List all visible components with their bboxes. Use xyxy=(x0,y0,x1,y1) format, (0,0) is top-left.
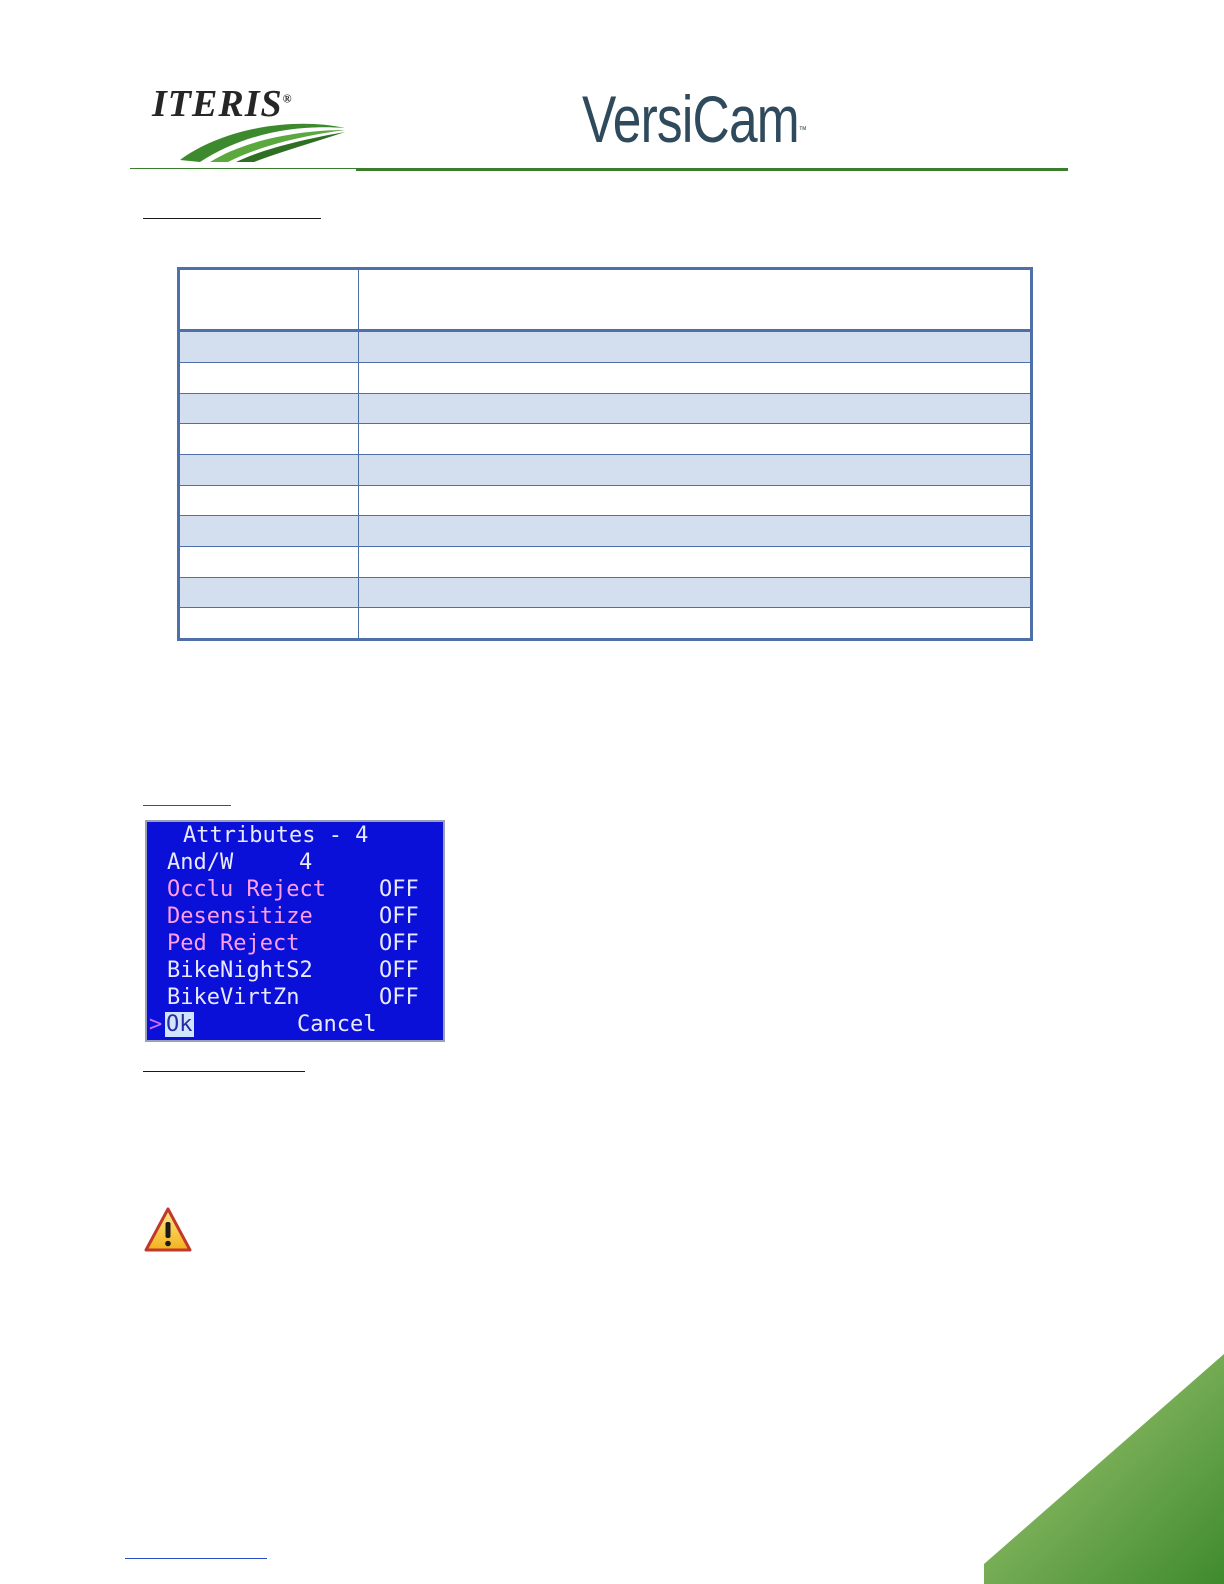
osd-item-occlu-reject[interactable]: Occlu Reject xyxy=(167,876,326,903)
table-row xyxy=(179,607,1031,639)
osd-item-and-w[interactable]: And/W xyxy=(167,849,233,876)
table-cell xyxy=(358,576,1031,609)
table-header-row xyxy=(179,268,1031,333)
table-cell xyxy=(179,515,359,547)
osd-item-value: OFF xyxy=(379,904,419,929)
table-cell xyxy=(358,607,1031,639)
osd-item-value: OFF xyxy=(379,985,419,1010)
header-rule-left xyxy=(130,168,356,169)
osd-item-value: 4 xyxy=(299,850,313,875)
table-cell xyxy=(358,484,1031,517)
table-row xyxy=(179,545,1031,578)
table-cell xyxy=(179,607,359,639)
osd-item-value: OFF xyxy=(379,877,419,902)
corner-triangle-decoration xyxy=(984,1354,1224,1584)
table-row xyxy=(179,423,1031,455)
table-cell xyxy=(358,330,1031,363)
link-underline xyxy=(143,805,231,806)
table-header-cell xyxy=(358,268,1031,333)
table-cell xyxy=(179,423,359,455)
osd-item-label: And/W xyxy=(167,850,234,875)
osd-item-label: BikeVirtZn xyxy=(167,985,300,1010)
table-row xyxy=(179,330,1031,363)
osd-item-desensitize[interactable]: Desensitize xyxy=(167,903,313,930)
table-header-cell xyxy=(179,268,359,333)
table-row xyxy=(179,362,1031,394)
table-cell xyxy=(358,392,1031,425)
osd-title: Attributes - 4 xyxy=(183,823,369,848)
osd-cursor-icon: > xyxy=(149,1012,163,1037)
section-heading-underline xyxy=(143,218,321,219)
table-row xyxy=(179,484,1031,517)
table-row xyxy=(179,576,1031,609)
table-row xyxy=(179,515,1031,547)
osd-item-label: Occlu Reject xyxy=(167,877,326,902)
osd-cancel-button[interactable]: Cancel xyxy=(297,1011,376,1038)
osd-ok-label: Ok xyxy=(165,1012,194,1037)
osd-item-label: BikeNightS2 xyxy=(167,958,313,983)
table-row xyxy=(179,453,1031,486)
table-cell xyxy=(179,392,359,425)
osd-item-label: Ped Reject xyxy=(167,931,300,956)
osd-item-label: Desensitize xyxy=(167,904,313,929)
attributes-table xyxy=(177,267,1033,641)
table-cell xyxy=(179,330,359,363)
versicam-wordmark: VersiCam™ xyxy=(582,82,807,156)
osd-item-ped-reject[interactable]: Ped Reject xyxy=(167,930,299,957)
iteris-wordmark: ITERIS® xyxy=(152,83,293,125)
table-cell xyxy=(358,362,1031,394)
osd-ok-button[interactable]: Ok xyxy=(165,1011,194,1038)
table-row xyxy=(179,392,1031,425)
osd-item-bike-virt-zn[interactable]: BikeVirtZn xyxy=(167,984,299,1011)
osd-item-value: OFF xyxy=(379,958,419,983)
osd-item-bike-night-s2[interactable]: BikeNightS2 xyxy=(167,957,313,984)
table-cell xyxy=(179,484,359,517)
table-cell xyxy=(179,453,359,486)
warning-triangle-icon xyxy=(144,1207,192,1252)
footer-link-underline xyxy=(125,1558,267,1559)
table-cell xyxy=(358,453,1031,486)
table-cell xyxy=(179,545,359,578)
table-cell xyxy=(358,545,1031,578)
caption-underline xyxy=(143,1071,305,1072)
table-cell xyxy=(358,423,1031,455)
header-rule xyxy=(356,168,1068,171)
attributes-osd-menu: Attributes - 4 And/W 4 Occlu Reject OFF … xyxy=(145,820,445,1042)
osd-item-value: OFF xyxy=(379,931,419,956)
iteris-logo: ITERIS® xyxy=(140,78,360,170)
table-cell xyxy=(179,576,359,609)
table-cell xyxy=(358,515,1031,547)
table-cell xyxy=(179,362,359,394)
